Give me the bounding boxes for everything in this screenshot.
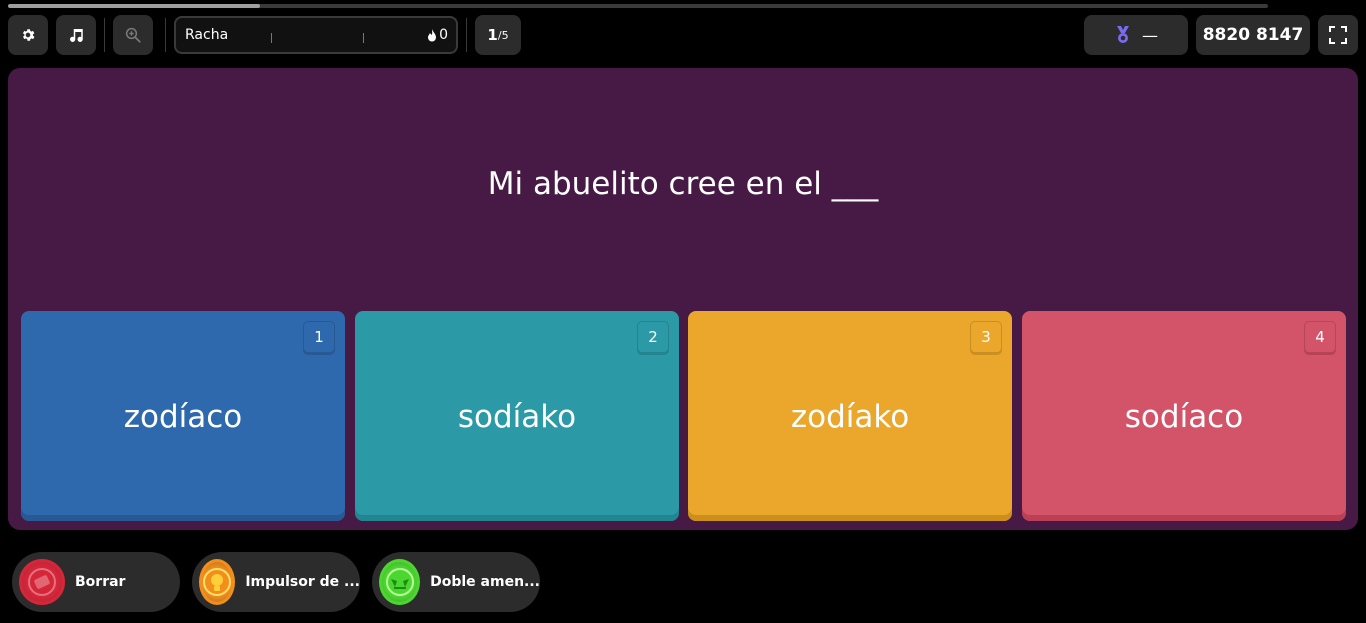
- music-note-icon: [70, 29, 83, 42]
- rank-badge[interactable]: —: [1084, 15, 1188, 55]
- option-number-badge: 4: [1304, 321, 1336, 353]
- toolbar-divider: [466, 18, 467, 52]
- gear-icon: [22, 29, 35, 41]
- option-text: zodíaco: [123, 399, 243, 435]
- powerup-label: Doble amen...: [430, 574, 540, 590]
- question-counter: 1/5: [475, 15, 521, 55]
- powerup-booster[interactable]: Impulsor de ...: [192, 552, 360, 612]
- toolbar-divider: [104, 18, 105, 52]
- question-current: 1: [487, 26, 498, 44]
- question-text: Mi abuelito cree en el ___: [487, 166, 879, 202]
- powerup-double-threat[interactable]: Doble amen...: [372, 552, 540, 612]
- question-total: /5: [497, 28, 509, 42]
- music-button[interactable]: [56, 15, 96, 55]
- top-toolbar: Racha 0 1/5 — 8820 8147: [0, 14, 1366, 56]
- answer-option-4[interactable]: 4 sodíaco: [1022, 311, 1346, 521]
- streak-meter: Racha 0: [174, 16, 458, 54]
- settings-button[interactable]: [8, 15, 48, 55]
- flame-icon: [428, 28, 437, 41]
- medal-icon: [1117, 26, 1129, 43]
- score-display: 8820 8147: [1196, 15, 1310, 55]
- option-number-badge: 3: [970, 321, 1002, 353]
- double-threat-powerup-icon: [379, 559, 421, 605]
- score-value: 8820 8147: [1202, 25, 1304, 45]
- streak-tick: [363, 33, 364, 43]
- powerup-label: Impulsor de ...: [245, 574, 360, 590]
- zoom-button[interactable]: [113, 15, 153, 55]
- streak-label: Racha: [185, 27, 229, 43]
- answer-option-3[interactable]: 3 zodíako: [688, 311, 1012, 521]
- streak-tick: [271, 33, 272, 43]
- option-text: sodíako: [457, 399, 577, 435]
- zoom-in-icon: [125, 27, 141, 43]
- option-number-badge: 1: [303, 321, 335, 353]
- eraser-powerup-icon: [19, 559, 65, 605]
- answer-option-1[interactable]: 1 zodíaco: [21, 311, 345, 521]
- fullscreen-button[interactable]: [1318, 15, 1358, 55]
- rank-value: —: [1142, 25, 1158, 45]
- streak-value: 0: [427, 27, 448, 43]
- option-text: zodíako: [790, 399, 910, 435]
- answer-option-2[interactable]: 2 sodíako: [355, 311, 679, 521]
- option-number-badge: 2: [637, 321, 669, 353]
- option-text: sodíaco: [1124, 399, 1244, 435]
- toolbar-divider: [165, 18, 166, 52]
- quiz-progress-fill: [8, 4, 260, 8]
- booster-powerup-icon: [199, 559, 236, 605]
- powerup-eraser[interactable]: Borrar: [12, 552, 180, 612]
- question-panel: Mi abuelito cree en el ___ 1 zodíaco 2 s…: [8, 68, 1358, 530]
- streak-count: 0: [439, 27, 448, 43]
- quiz-progress-bar: [8, 4, 1268, 8]
- fullscreen-icon: [1329, 26, 1347, 44]
- powerup-label: Borrar: [75, 574, 126, 590]
